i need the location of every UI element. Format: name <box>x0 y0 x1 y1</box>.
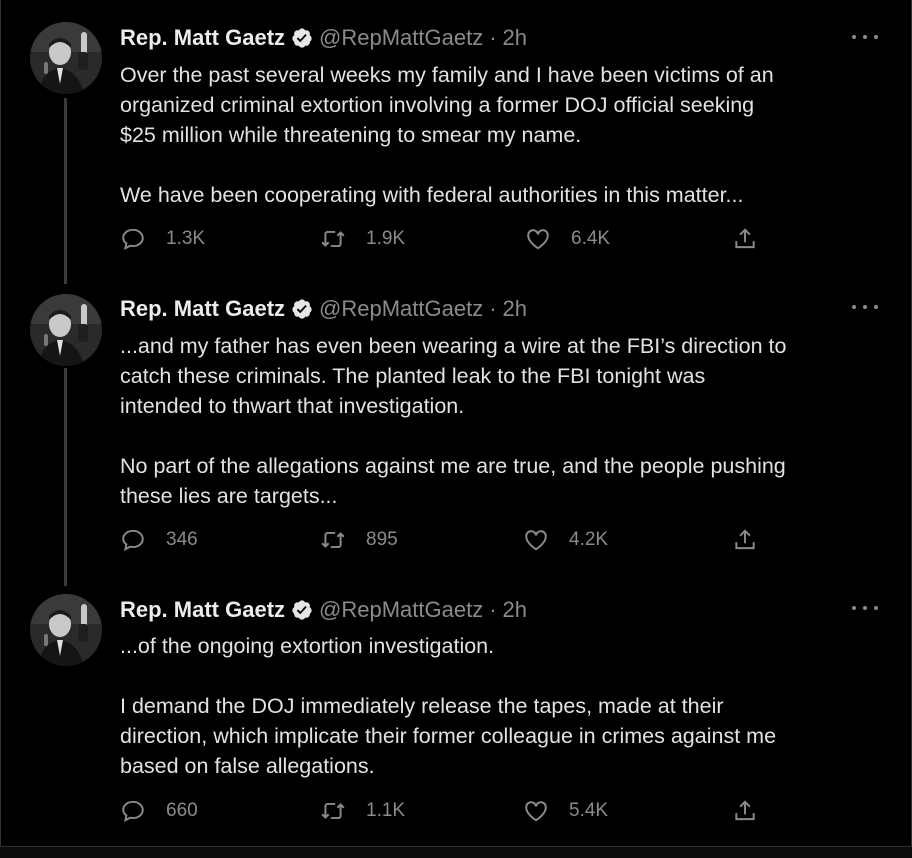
tweet[interactable]: Rep. Matt Gaetz @RepMattGaetz · 2h Over … <box>0 0 912 280</box>
retweet-button[interactable]: 1.9K <box>320 226 405 252</box>
verified-badge-icon <box>292 600 312 620</box>
share-button[interactable] <box>732 798 758 824</box>
more-icon[interactable] <box>852 32 878 42</box>
tweet-paragraph: ...and my father has even been wearing a… <box>120 334 787 418</box>
retweet-button[interactable]: 1.1K <box>320 798 405 824</box>
share-button[interactable] <box>732 527 758 553</box>
reply-count: 660 <box>166 800 198 821</box>
author-name[interactable]: Rep. Matt Gaetz <box>120 597 285 623</box>
retweet-count: 1.1K <box>366 800 406 821</box>
tweet-paragraph: I demand the DOJ immediately release the… <box>120 694 777 778</box>
tweet[interactable]: Rep. Matt Gaetz @RepMattGaetz · 2h ...of… <box>0 580 912 846</box>
avatar[interactable] <box>30 294 102 366</box>
avatar[interactable] <box>30 594 102 666</box>
reply-button[interactable]: 346 <box>120 527 198 553</box>
tweet-paragraph: Over the past several weeks my family an… <box>120 63 774 147</box>
timestamp[interactable]: 2h <box>503 25 527 51</box>
tweet-text: ...of the ongoing extortion investigatio… <box>120 631 890 781</box>
tweet-paragraph: ...of the ongoing extortion investigatio… <box>120 634 495 658</box>
separator-dot: · <box>489 25 497 50</box>
retweet-icon <box>321 802 345 820</box>
reply-count: 1.3K <box>166 228 206 249</box>
avatar[interactable] <box>30 22 102 94</box>
author-handle[interactable]: @RepMattGaetz <box>319 25 483 51</box>
share-button[interactable] <box>732 226 758 252</box>
timestamp[interactable]: 2h <box>503 597 527 623</box>
like-count: 4.2K <box>569 529 609 550</box>
more-icon[interactable] <box>852 603 878 613</box>
verified-badge-icon <box>292 299 312 319</box>
reply-button[interactable]: 1.3K <box>120 226 205 252</box>
like-count: 6.4K <box>571 228 611 249</box>
reply-icon <box>122 228 144 251</box>
author-name[interactable]: Rep. Matt Gaetz <box>120 296 285 322</box>
heart-icon <box>527 229 549 250</box>
like-button[interactable]: 5.4K <box>523 798 608 824</box>
author-name[interactable]: Rep. Matt Gaetz <box>120 25 285 51</box>
avatar-image <box>30 22 102 94</box>
tweet-paragraph: We have been cooperating with federal au… <box>120 183 744 207</box>
reply-icon <box>122 529 144 552</box>
heart-icon <box>525 530 547 551</box>
more-icon[interactable] <box>852 302 878 312</box>
author-handle[interactable]: @RepMattGaetz <box>319 597 483 623</box>
separator-dot: · <box>489 597 497 622</box>
retweet-count: 895 <box>366 529 398 550</box>
like-count: 5.4K <box>569 800 609 821</box>
reply-button[interactable]: 660 <box>120 798 198 824</box>
retweet-icon <box>321 531 345 549</box>
retweet-button[interactable]: 895 <box>320 527 398 553</box>
like-button[interactable]: 4.2K <box>523 527 608 553</box>
tweet-header: Rep. Matt Gaetz @RepMattGaetz · 2h <box>120 295 527 323</box>
separator-dot: · <box>489 296 497 321</box>
retweet-count: 1.9K <box>366 228 406 249</box>
tweet-text: ...and my father has even been wearing a… <box>120 331 890 511</box>
share-icon <box>735 800 755 821</box>
avatar-image <box>30 594 102 666</box>
heart-icon <box>525 801 547 822</box>
author-handle[interactable]: @RepMattGaetz <box>319 296 483 322</box>
tweet-actions: 1.3K 1.9K 6.4K <box>120 226 760 254</box>
retweet-icon <box>321 230 345 248</box>
tweet-text: Over the past several weeks my family an… <box>120 60 890 210</box>
tweet-actions: 660 1.1K 5.4K <box>120 798 760 826</box>
tweet[interactable]: Rep. Matt Gaetz @RepMattGaetz · 2h ...an… <box>0 280 912 580</box>
bottom-strip <box>0 847 912 858</box>
like-button[interactable]: 6.4K <box>525 226 610 252</box>
timestamp[interactable]: 2h <box>503 296 527 322</box>
reply-count: 346 <box>166 529 198 550</box>
verified-badge-icon <box>292 28 312 48</box>
share-icon <box>735 529 755 550</box>
share-icon <box>735 228 755 249</box>
tweet-header: Rep. Matt Gaetz @RepMattGaetz · 2h <box>120 596 527 624</box>
avatar-image <box>30 294 102 366</box>
reply-icon <box>122 800 144 823</box>
tweet-paragraph: No part of the allegations against me ar… <box>120 454 786 508</box>
tweet-header: Rep. Matt Gaetz @RepMattGaetz · 2h <box>120 24 527 52</box>
tweet-actions: 346 895 4.2K <box>120 527 760 555</box>
